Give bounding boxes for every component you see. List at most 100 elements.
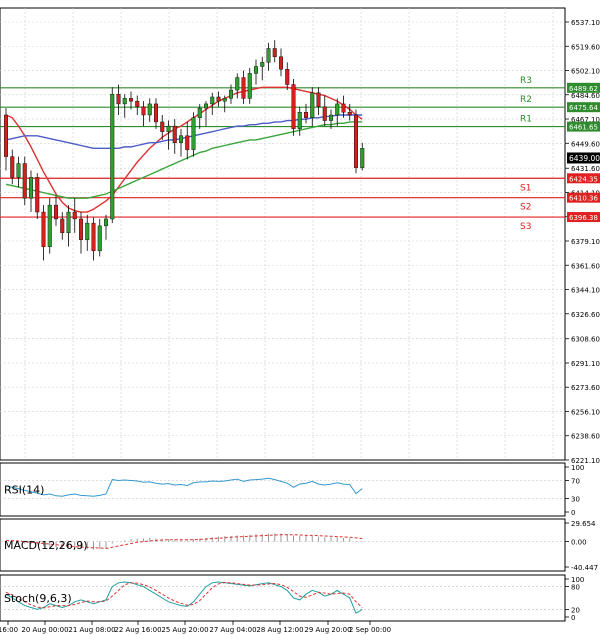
price-tick-label: 6449.60 — [571, 140, 600, 148]
candle-body — [128, 98, 133, 102]
level-price-label: 6424.35 — [569, 175, 598, 183]
candle-body — [203, 103, 208, 109]
price-panel[interactable]: R3 R2 R1 S1 S2 S3 6537.10 6519.60 6502.10 6484.6… — [0, 7, 600, 465]
candle-body — [103, 218, 108, 227]
time-tick-label: 2 Sep 00:00 — [349, 626, 391, 634]
candle-body — [116, 94, 121, 105]
time-tick-label: 20 Aug 00:00 — [21, 626, 68, 634]
indicator-name: Stoch(9,6,3) — [4, 592, 72, 605]
candle-body — [341, 103, 346, 113]
candle-body — [191, 117, 196, 150]
level-price-label: 6475.64 — [569, 104, 598, 112]
candle-body — [135, 100, 140, 107]
candle-body — [166, 125, 171, 132]
indicator-tick-label: 100 — [571, 464, 584, 472]
time-tick-label: 16:00 — [0, 626, 18, 634]
level-price-label: 6489.62 — [569, 85, 598, 93]
level-name: S3 — [520, 222, 531, 232]
candle-body — [354, 114, 359, 168]
level-name: R3 — [520, 76, 532, 86]
candle-body — [241, 77, 246, 99]
candle-body — [16, 163, 21, 178]
current-price-marker: 6439.00 — [567, 152, 600, 164]
current-price-label: 6439.00 — [569, 154, 600, 163]
level-price-label: 6396.38 — [569, 214, 598, 222]
candle-body — [285, 69, 290, 85]
price-tick-label: 6326.60 — [571, 311, 600, 319]
indicator-tick-label: -40.447 — [571, 564, 598, 572]
candle-body — [335, 103, 340, 116]
price-tick-label: 6519.60 — [571, 43, 600, 51]
price-tick-label: 6502.10 — [571, 68, 600, 76]
indicator-tick-label: 29.654 — [571, 520, 596, 528]
macd-panel[interactable]: 29.654 0.00 -40.447 MACD(12,26,9) — [0, 518, 598, 572]
candle-body — [141, 106, 146, 116]
candle-body — [72, 211, 77, 220]
candle-body — [91, 222, 96, 252]
price-tick-label: 6256.10 — [571, 408, 600, 416]
candle-body — [153, 103, 158, 123]
candle-body — [85, 222, 90, 240]
price-tick-label: 6291.10 — [571, 360, 600, 368]
candle-body — [160, 121, 165, 132]
level-name: R1 — [520, 115, 532, 125]
time-tick-label: 29 Aug 20:00 — [304, 626, 351, 634]
candle-body — [222, 98, 227, 102]
candle-body — [228, 89, 233, 99]
candle-body — [322, 106, 327, 121]
candle-body — [122, 98, 127, 105]
candle-body — [216, 96, 221, 102]
indicator-name: MACD(12,26,9) — [4, 539, 88, 552]
price-tick-label: 6273.60 — [571, 384, 600, 392]
indicator-tick-label: 0 — [571, 509, 575, 517]
candle-body — [210, 96, 215, 105]
candle-body — [360, 148, 365, 168]
stoch-panel[interactable]: 10080200Stoch(9,6,3) — [0, 574, 584, 622]
candle-body — [247, 73, 252, 99]
level-price-label: 6410.36 — [569, 195, 598, 203]
price-tick-label: 6238.60 — [571, 433, 600, 441]
candle-body — [178, 135, 183, 143]
candle-body — [279, 56, 284, 70]
trading-chart[interactable]: R3 R2 R1 S1 S2 S3 6537.10 6519.60 6502.10 6484.6… — [0, 0, 600, 635]
time-tick-label: 22 Aug 16:00 — [114, 626, 161, 634]
candle-body — [310, 92, 315, 118]
candle-body — [10, 156, 15, 178]
candle-body — [197, 107, 202, 118]
level-name: R2 — [520, 95, 532, 105]
candle-body — [347, 112, 352, 116]
indicator-tick-label: 0 — [571, 614, 575, 622]
level-price-label: 6461.65 — [569, 124, 598, 132]
time-tick-label: 21 Aug 08:00 — [68, 626, 115, 634]
candle-body — [54, 204, 59, 220]
candle-body — [147, 103, 152, 116]
indicator-name: RSI(14) — [4, 484, 44, 497]
candle-body — [266, 48, 271, 63]
candle-body — [41, 211, 46, 247]
candle-body — [29, 177, 34, 199]
price-tick-label: 6308.60 — [571, 336, 600, 344]
candle-body — [60, 218, 65, 234]
candle-body — [97, 225, 102, 252]
candle-body — [291, 84, 296, 130]
level-name: S1 — [520, 183, 531, 193]
candle-body — [78, 218, 83, 240]
candle-body — [297, 112, 302, 130]
indicator-tick-label: 30 — [571, 496, 580, 504]
time-tick-label: 25 Aug 20:00 — [161, 626, 208, 634]
candle-body — [47, 204, 52, 247]
candle-body — [272, 48, 277, 57]
candle-body — [316, 92, 321, 107]
candle-body — [260, 62, 265, 67]
rsi-panel[interactable]: 100 70 30 0 RSI(14) — [0, 462, 584, 517]
indicator-tick-label: 80 — [571, 584, 580, 592]
price-tick-label: 6379.10 — [571, 238, 600, 246]
indicator-tick-label: 0.00 — [571, 539, 587, 547]
level-name: S2 — [520, 203, 531, 213]
candle-body — [185, 135, 190, 150]
price-tick-label: 6484.60 — [571, 92, 600, 100]
price-tick-label: 6361.60 — [571, 262, 600, 270]
time-tick-label: 27 Aug 04:00 — [209, 626, 256, 634]
time-tick-label: 28 Aug 12:00 — [256, 626, 303, 634]
indicator-tick-label: 70 — [571, 478, 580, 486]
